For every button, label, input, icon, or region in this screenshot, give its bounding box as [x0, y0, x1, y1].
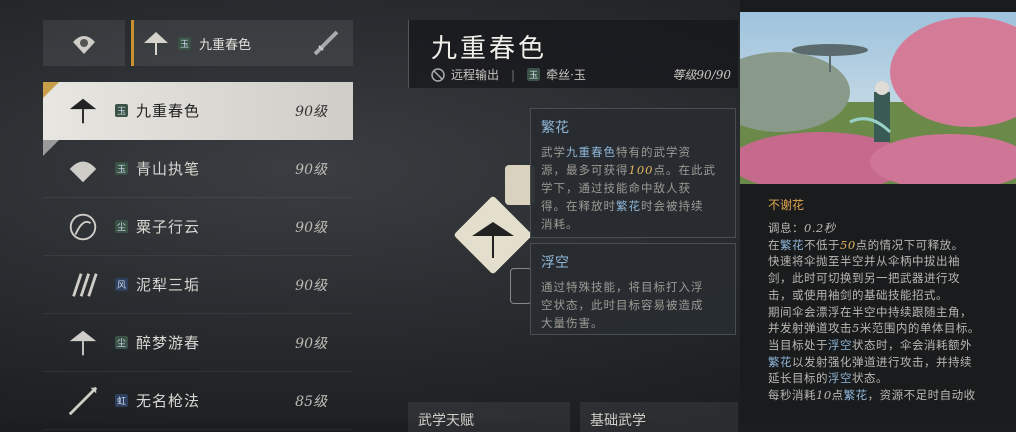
tab-talent[interactable]: 武学天赋: [408, 402, 570, 432]
sword-icon: [313, 30, 339, 56]
tooltip-title: 繁花: [541, 120, 569, 136]
owned-check-icon: [43, 82, 59, 98]
skill-description: 调息：0.2秒 在繁花不低于50点的情况下可释放。 快速将伞抛至半空并从伞柄中拔…: [768, 221, 980, 403]
weapon-name: 青山执笔: [136, 160, 201, 178]
tooltip-body: 武学九重春色特有的武学资 源，最多可获得100点。在此武 学下，通过技能命中敌人…: [541, 145, 716, 231]
weapon-level: 90级: [295, 277, 327, 294]
tooltip-title: 浮空: [541, 255, 569, 271]
weapon-row[interactable]: 玉青山执笔 90级: [43, 140, 353, 198]
grade-badge: 虹: [115, 394, 128, 407]
fan-icon: [73, 36, 95, 54]
skill-icon-bottom[interactable]: [510, 268, 532, 304]
umbrella-icon: [69, 330, 97, 355]
weapon-list: 玉九重春色 90级玉青山执笔 90级尘粟子行云 90级风泥犁三垢 90级尘醉梦游春 90级…: [43, 82, 353, 430]
spear-icon: [68, 386, 98, 415]
skill-name: 不谢花: [768, 198, 805, 212]
weapon-row[interactable]: 尘醉梦游春 90级: [43, 314, 353, 372]
umbrella-icon: [472, 222, 514, 258]
fan-icon: [69, 160, 97, 182]
grade-badge: 玉: [115, 162, 128, 175]
claws-icon: [72, 272, 98, 297]
tooltip-fanhua: 繁花 武学九重春色特有的武学资 源，最多可获得100点。在此武 学下，通过技能命…: [530, 108, 736, 238]
swirl-icon: [69, 213, 97, 240]
weapon-name: 粟子行云: [136, 218, 201, 236]
weapon-row[interactable]: 风泥犁三垢 90级: [43, 256, 353, 314]
equipped-bar: 玉 九重春色: [43, 20, 353, 66]
owned-check-icon: [43, 140, 59, 156]
weapon-header: 九重春色 远程输出 | 玉 牵丝·玉 等级90/90: [408, 20, 738, 88]
weapon-level: 90级: [295, 103, 327, 120]
no-entry-icon: [431, 67, 445, 82]
grade-badge: 玉: [527, 68, 541, 81]
weapon-name: 九重春色: [136, 102, 201, 120]
weapon-level: 85级: [295, 393, 327, 410]
umbrella-icon: [144, 32, 168, 55]
equipped-slot-active[interactable]: 玉 九重春色: [131, 20, 353, 66]
weapon-level: 90级: [295, 219, 327, 236]
grade-badge: 尘: [115, 220, 128, 233]
equipped-name: 九重春色: [199, 37, 252, 53]
weapon-row[interactable]: 虹无名枪法 85级: [43, 372, 353, 430]
grade-badge: 风: [115, 278, 128, 291]
weapon-name: 泥犁三垢: [136, 276, 201, 294]
tooltip-body: 通过特殊技能，将目标打入浮 空状态，此时目标容易被造成 大量伤害。: [541, 280, 704, 330]
separator: |: [511, 67, 516, 82]
umbrella-icon: [69, 98, 97, 123]
weapon-name: 醉梦游春: [136, 334, 201, 352]
grade-badge: 玉: [115, 104, 128, 117]
grade-badge: 尘: [115, 336, 128, 349]
skill-detail-panel: 不谢花 调息：0.2秒 在繁花不低于50点的情况下可释放。 快速将伞抛至半空并从…: [740, 0, 1016, 423]
weapon-level: 90级: [295, 161, 327, 178]
weapon-row[interactable]: 玉九重春色 90级: [43, 82, 353, 140]
weapon-level: 90级: [295, 335, 327, 352]
weapon-row[interactable]: 尘粟子行云 90级: [43, 198, 353, 256]
grade-badge: 玉: [178, 36, 191, 50]
sub-label: 牵丝·玉: [546, 68, 586, 82]
tab-basic[interactable]: 基础武学: [580, 402, 738, 432]
weapon-name: 无名枪法: [136, 392, 201, 410]
role-label: 远程输出: [451, 68, 500, 82]
tooltip-fukong: 浮空 通过特殊技能，将目标打入浮 空状态，此时目标容易被造成 大量伤害。: [530, 243, 736, 335]
grade-label: 等级90/90: [672, 68, 731, 82]
equipped-slot-empty[interactable]: [43, 20, 125, 66]
skill-preview-image: [740, 12, 1016, 184]
weapon-title: 九重春色: [431, 34, 548, 64]
